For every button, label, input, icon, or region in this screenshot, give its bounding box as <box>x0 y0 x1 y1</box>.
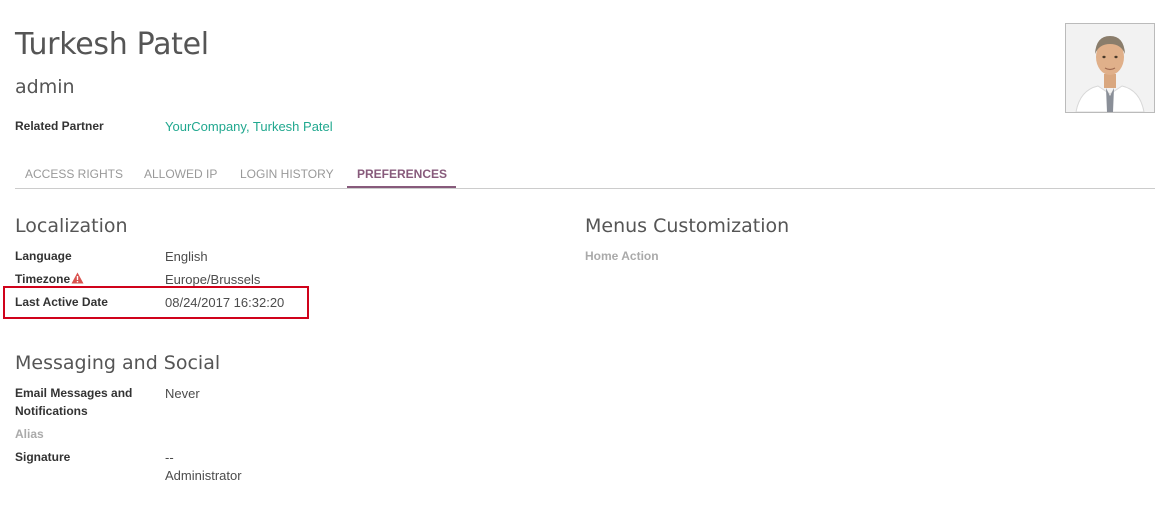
alias-label: Alias <box>15 427 44 441</box>
tab-preferences[interactable]: PREFERENCES <box>357 167 447 181</box>
tab-access-rights[interactable]: ACCESS RIGHTS <box>25 167 123 181</box>
email-notifications-label-line1: Email Messages and <box>15 386 133 400</box>
timezone-label: Timezone <box>15 272 71 286</box>
user-login: admin <box>15 76 75 98</box>
email-notifications-value[interactable]: Never <box>165 386 200 401</box>
highlight-annotation-box <box>3 286 309 319</box>
related-partner-link[interactable]: YourCompany, Turkesh Patel <box>165 119 333 134</box>
home-action-label: Home Action <box>585 249 659 263</box>
tab-login-history[interactable]: LOGIN HISTORY <box>240 167 334 181</box>
user-name-title: Turkesh Patel <box>15 27 209 62</box>
tab-allowed-ip[interactable]: ALLOWED IP <box>144 167 217 181</box>
menus-customization-heading: Menus Customization <box>585 215 790 237</box>
email-notifications-label-line2: Notifications <box>15 404 88 418</box>
avatar-photo <box>1066 24 1154 112</box>
language-value[interactable]: English <box>165 249 208 264</box>
timezone-label-group: Timezone <box>15 272 84 287</box>
signature-line-1[interactable]: -- <box>165 450 174 465</box>
signature-line-2[interactable]: Administrator <box>165 468 242 483</box>
notebook-tabs: ACCESS RIGHTS ALLOWED IP LOGIN HISTORY P… <box>15 160 1155 189</box>
signature-label: Signature <box>15 450 71 464</box>
messaging-social-heading: Messaging and Social <box>15 352 221 374</box>
localization-heading: Localization <box>15 215 128 237</box>
timezone-value[interactable]: Europe/Brussels <box>165 272 260 287</box>
language-label: Language <box>15 249 72 263</box>
warning-icon[interactable] <box>71 272 84 287</box>
avatar[interactable] <box>1065 23 1155 113</box>
active-tab-indicator <box>347 186 456 188</box>
related-partner-label: Related Partner <box>15 119 104 133</box>
